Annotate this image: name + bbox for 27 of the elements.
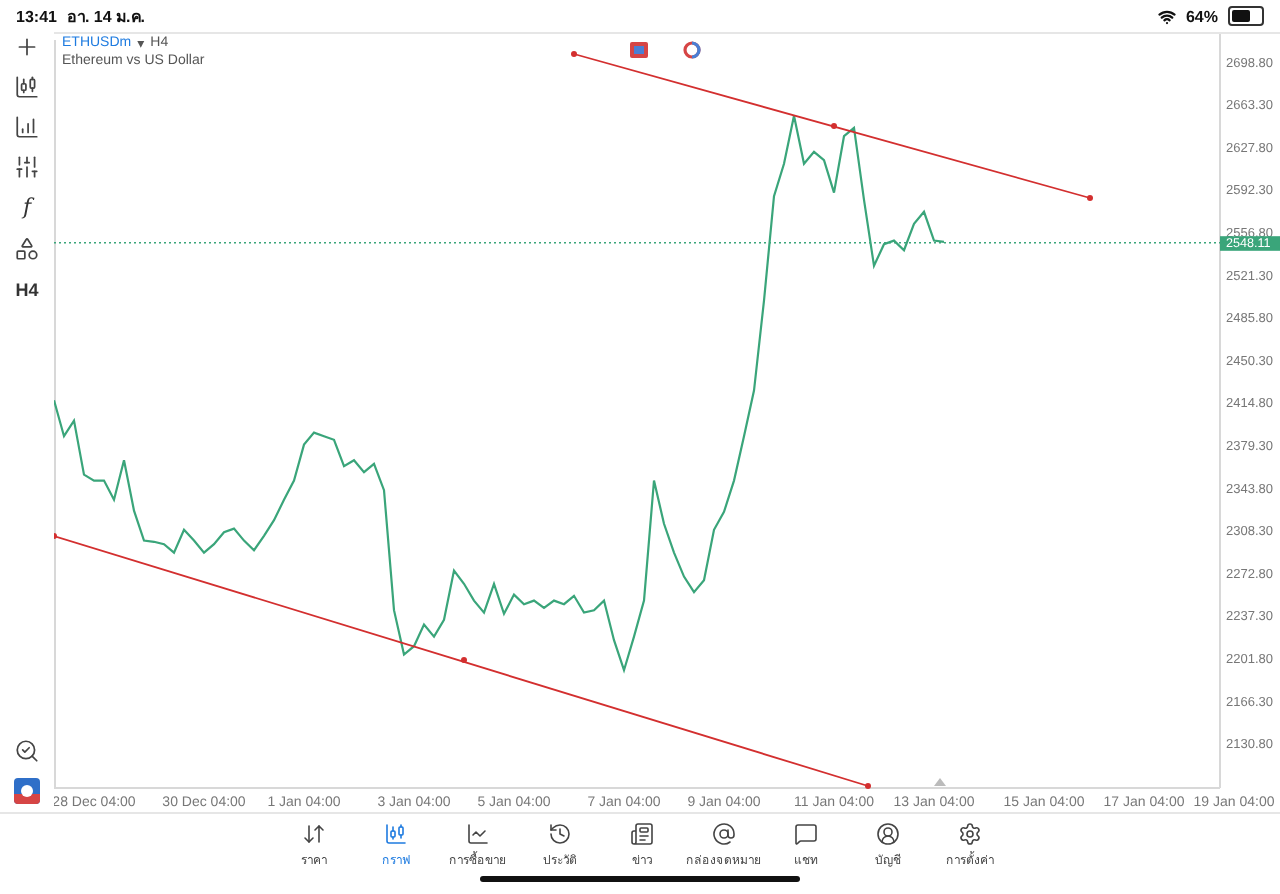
candlestick-icon — [384, 822, 408, 846]
timeframe-tool[interactable]: H4 — [15, 276, 39, 304]
user-icon — [876, 822, 900, 846]
app-logo-icon[interactable] — [14, 778, 40, 804]
newspaper-icon — [630, 822, 654, 846]
candlestick-icon[interactable] — [14, 74, 40, 100]
status-time: 13:41 — [16, 7, 57, 25]
settings-icon — [958, 822, 982, 846]
ring-icon[interactable] — [683, 41, 701, 59]
shapes-icon[interactable] — [14, 236, 40, 262]
sliders-icon[interactable] — [14, 154, 40, 180]
battery-icon — [1228, 6, 1264, 26]
wifi-icon — [1157, 7, 1176, 25]
function-tool[interactable]: f — [22, 194, 32, 222]
history-icon — [548, 822, 572, 846]
trend-line[interactable] — [571, 51, 1093, 201]
line-chart-icon — [466, 822, 490, 846]
scroll-marker-icon[interactable] — [934, 778, 946, 786]
at-sign-icon — [712, 822, 736, 846]
chat-icon — [794, 822, 818, 846]
marker-icon[interactable] — [630, 42, 648, 58]
status-date: อา. 14 ม.ค. — [66, 5, 145, 29]
arrows-icon — [302, 822, 326, 846]
crosshair-icon[interactable] — [14, 34, 40, 60]
zoom-icon[interactable] — [14, 738, 40, 764]
battery-percent: 64% — [1185, 7, 1218, 25]
bar-chart-icon[interactable] — [14, 114, 40, 140]
